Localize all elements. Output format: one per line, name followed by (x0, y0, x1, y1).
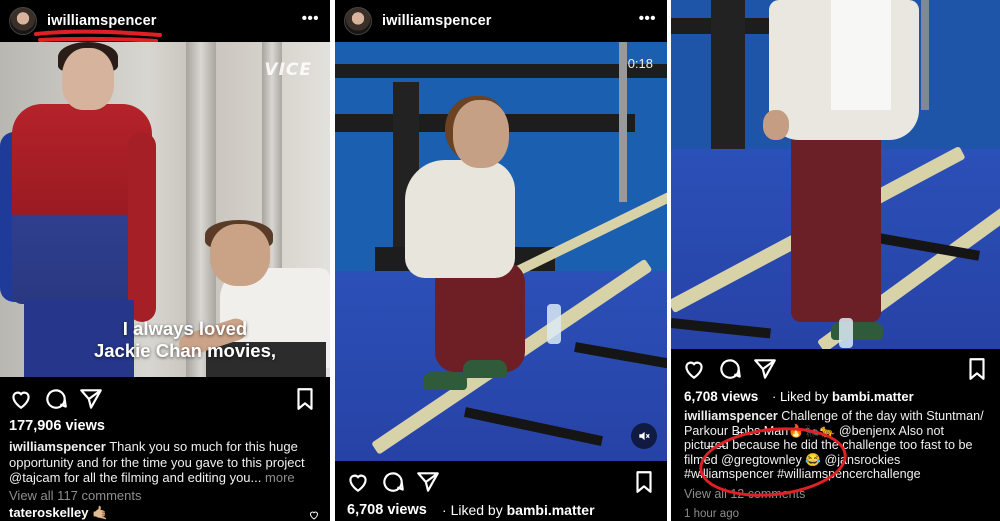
username-link[interactable]: iwilliamspencer (382, 13, 492, 29)
caption-line: Parkour B̶obs Man🔥🐜🐆 @benjenx Also not (684, 423, 945, 438)
post-header: iwilliamspencer ••• (335, 0, 667, 42)
liked-by-label: Liked by (450, 502, 503, 518)
person-pants (791, 132, 881, 322)
post-video[interactable]: 0:18 (335, 42, 667, 461)
commenter-username[interactable]: tateroskelley 🤙🏼 (9, 505, 108, 521)
video-subtitle: I always loved Jackie Chan movies, (0, 318, 330, 362)
send-icon[interactable] (78, 386, 104, 412)
post-panel-3: 6,708 views · Liked by bambi.matter iwil… (671, 0, 1000, 521)
comment-icon[interactable] (43, 386, 69, 412)
view-count[interactable]: 6,708 views (684, 389, 758, 404)
avatar[interactable] (344, 7, 372, 35)
spiderman-face (62, 48, 114, 110)
comment-icon[interactable] (380, 469, 406, 495)
vice-watermark: VICE (264, 60, 312, 80)
water-bottle (547, 304, 561, 344)
muted-speaker-icon[interactable] (631, 423, 657, 449)
more-dots-icon[interactable]: ••• (639, 10, 656, 27)
post-image[interactable]: VICE I always loved Jackie Chan movies, (0, 42, 330, 377)
liked-by: · Liked by bambi.matter (772, 389, 914, 404)
view-count[interactable]: 177,906 views (9, 418, 105, 434)
video-timecode: 0:18 (627, 56, 653, 71)
action-bar (335, 469, 667, 497)
post-time: 1 hour ago (684, 508, 739, 520)
person-shirt (831, 0, 891, 110)
view-comments-link[interactable]: View all 117 comments (9, 488, 141, 503)
post-panel-1: iwilliamspencer ••• VICE I always loved … (0, 0, 330, 521)
liked-by: · Liked by bambi.matter (442, 502, 595, 518)
comment-icon[interactable] (717, 356, 743, 382)
person-face (453, 100, 509, 168)
more-link[interactable]: more (265, 470, 295, 485)
spiderman-arm (128, 132, 156, 322)
post-panel-2: iwilliamspencer ••• 0:18 6,708 views · L… (335, 0, 667, 521)
caption-username[interactable]: iwilliamspencer (9, 439, 106, 454)
comment-heart-icon[interactable] (308, 509, 320, 521)
bookmark-icon[interactable] (292, 386, 318, 412)
rig-post (619, 42, 627, 202)
subtitle-line: Jackie Chan movies, (93, 340, 276, 361)
caption-username[interactable]: iwilliamspencer (684, 409, 778, 423)
more-dots-icon[interactable]: ••• (302, 10, 319, 27)
post-video[interactable] (671, 0, 1000, 349)
caption-line: Challenge of the day with Stuntman/ (781, 409, 984, 423)
action-bar (0, 386, 330, 414)
heart-icon[interactable] (8, 386, 34, 412)
camera-rig (335, 64, 667, 78)
shoe (423, 372, 467, 390)
liked-by-label: Liked by (779, 389, 829, 404)
liked-by-user[interactable]: bambi.matter (507, 502, 595, 518)
water-bottle (839, 318, 853, 348)
person-jacket (405, 160, 515, 278)
post-caption: iwilliamspencer Thank you so much for th… (9, 439, 322, 486)
send-icon[interactable] (752, 356, 778, 382)
rig-post (921, 0, 929, 110)
view-count[interactable]: 6,708 views (347, 502, 427, 518)
person-face (210, 224, 270, 286)
shoe (463, 360, 507, 378)
heart-icon[interactable] (345, 469, 371, 495)
person-pants (435, 262, 525, 372)
bookmark-icon[interactable] (964, 356, 990, 382)
bookmark-icon[interactable] (631, 469, 657, 495)
heart-icon[interactable] (681, 356, 707, 382)
send-icon[interactable] (415, 469, 441, 495)
action-bar (671, 356, 1000, 384)
subtitle-line: I always loved (122, 318, 248, 339)
liked-by-user[interactable]: bambi.matter (832, 389, 914, 404)
person-hand (763, 110, 789, 140)
